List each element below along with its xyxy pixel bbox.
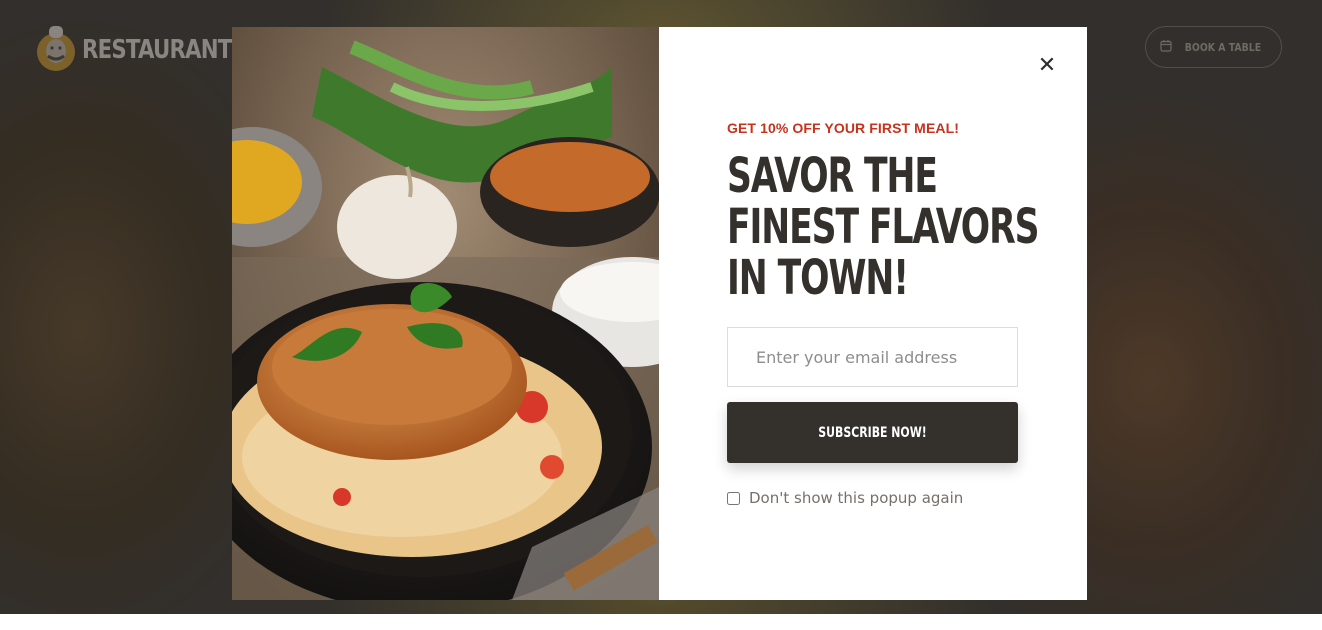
subscribe-popup: ✕ GET 10% OFF YOUR FIRST MEAL! SAVOR THE… <box>232 27 1087 600</box>
headline-line-1: SAVOR THE <box>727 148 938 204</box>
chef-logo-icon <box>36 24 76 72</box>
book-a-table-label: BOOK A TABLE <box>1184 40 1261 54</box>
dont-show-checkbox[interactable] <box>727 491 740 505</box>
book-a-table-button[interactable]: BOOK A TABLE <box>1145 26 1282 68</box>
offer-eyebrow: GET 10% OFF YOUR FIRST MEAL! <box>727 120 960 136</box>
email-field[interactable] <box>727 327 1018 387</box>
subscribe-button[interactable]: SUBSCRIBE NOW! <box>727 402 1018 463</box>
site-logo[interactable]: RESTAURANT <box>36 24 264 72</box>
calendar-icon <box>1159 39 1172 55</box>
close-icon[interactable]: ✕ <box>1037 55 1057 77</box>
headline-line-3: IN TOWN! <box>727 250 909 306</box>
dont-show-option: Don't show this popup again <box>727 489 963 507</box>
headline-line-2: FINEST FLAVORS <box>727 199 1040 255</box>
logo-text: RESTAURANT <box>82 35 232 65</box>
subscribe-label: SUBSCRIBE NOW! <box>818 424 927 441</box>
food-image <box>232 27 659 600</box>
popup-content: ✕ GET 10% OFF YOUR FIRST MEAL! SAVOR THE… <box>659 27 1087 600</box>
dont-show-label[interactable]: Don't show this popup again <box>749 489 963 507</box>
popup-headline: SAVOR THE FINEST FLAVORS IN TOWN! <box>727 148 1040 306</box>
